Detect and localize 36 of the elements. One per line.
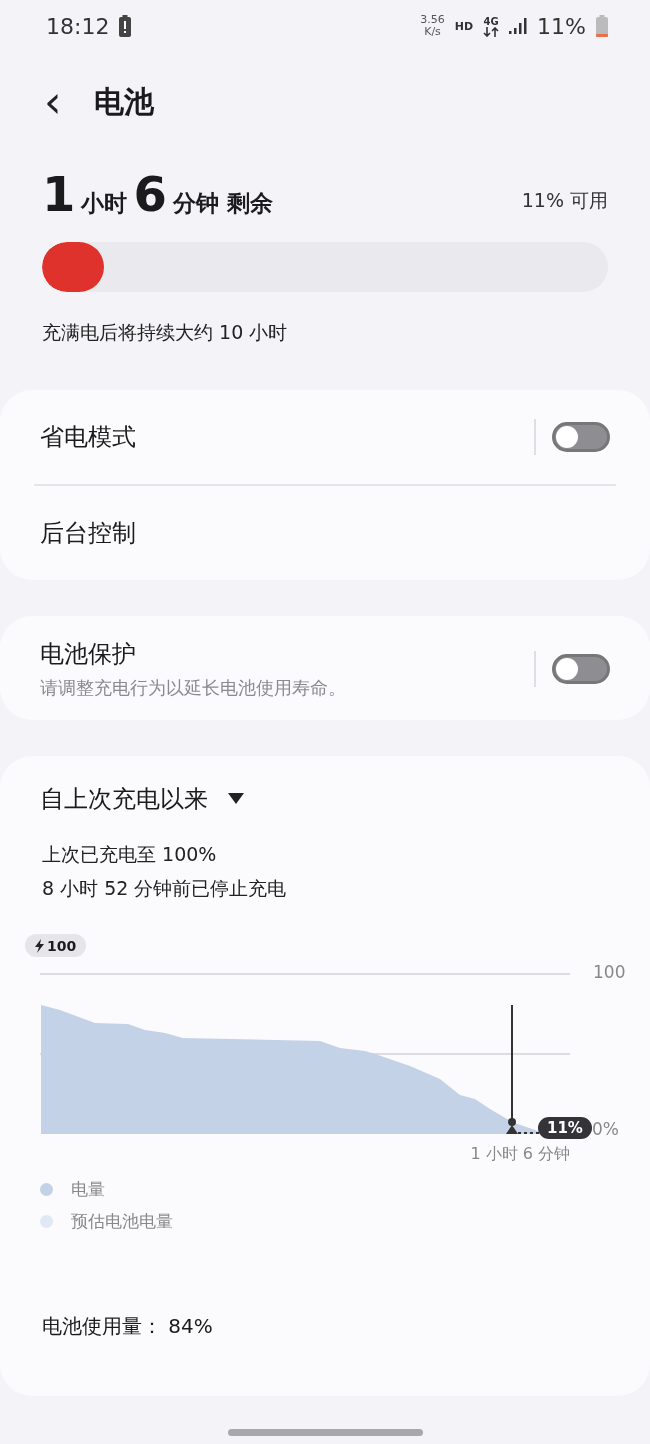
clock-time: 18:12 — [46, 13, 110, 39]
data-arrows-icon — [483, 26, 500, 37]
battery-percent: 11% — [537, 13, 586, 39]
setting-description: 请调整充电行为以延长电池使用寿命。 — [40, 676, 347, 700]
toggle-switch[interactable] — [552, 654, 610, 684]
period-dropdown[interactable]: 自上次充电以来 — [0, 776, 284, 822]
charge-value: 100 — [47, 937, 77, 954]
lightning-icon — [35, 938, 44, 953]
hd-indicator: HD — [454, 19, 474, 33]
time-number: 6 — [133, 168, 167, 220]
charge-stopped-text: 8 小时 52 分钟前已停止充电 — [42, 876, 288, 901]
toggle-switch[interactable] — [552, 422, 610, 452]
last-charged-text: 上次已充电至 100% — [42, 842, 218, 867]
time-number: 1 — [42, 168, 76, 220]
axis-label: 0% — [592, 1119, 619, 1139]
legend-label: 电量 — [71, 1178, 105, 1201]
available-percent: 11% 可用 — [521, 188, 608, 213]
time-unit: 分钟 剩余 — [172, 189, 273, 218]
full-charge-estimate: 充满电后将持续大约 10 小时 — [42, 320, 289, 345]
setting-label[interactable]: 省电模式 — [40, 421, 534, 453]
dropdown-caret-icon — [228, 793, 244, 805]
page-title: 电池 — [93, 82, 154, 121]
remaining-time-label: 1 小时 6 分钟 — [470, 1144, 570, 1165]
battery-alert-icon — [119, 15, 132, 37]
axis-label: 100 — [593, 962, 626, 982]
signal-icon — [509, 18, 528, 34]
time-unit: 小时 — [81, 189, 128, 218]
back-button[interactable]: ‹ — [40, 82, 66, 122]
current-level-badge: 11% — [538, 1117, 592, 1139]
legend-label: 预估电池电量 — [71, 1210, 173, 1233]
battery-low-icon — [596, 15, 608, 37]
network-type: 4G — [483, 15, 499, 27]
battery-usage-total: 电池使用量： 84% — [41, 1313, 214, 1340]
setting-label[interactable]: 电池保护 — [40, 638, 534, 670]
setting-label[interactable]: 后台控制 — [40, 517, 610, 549]
network-speed: 3.56 K/s — [420, 14, 445, 38]
